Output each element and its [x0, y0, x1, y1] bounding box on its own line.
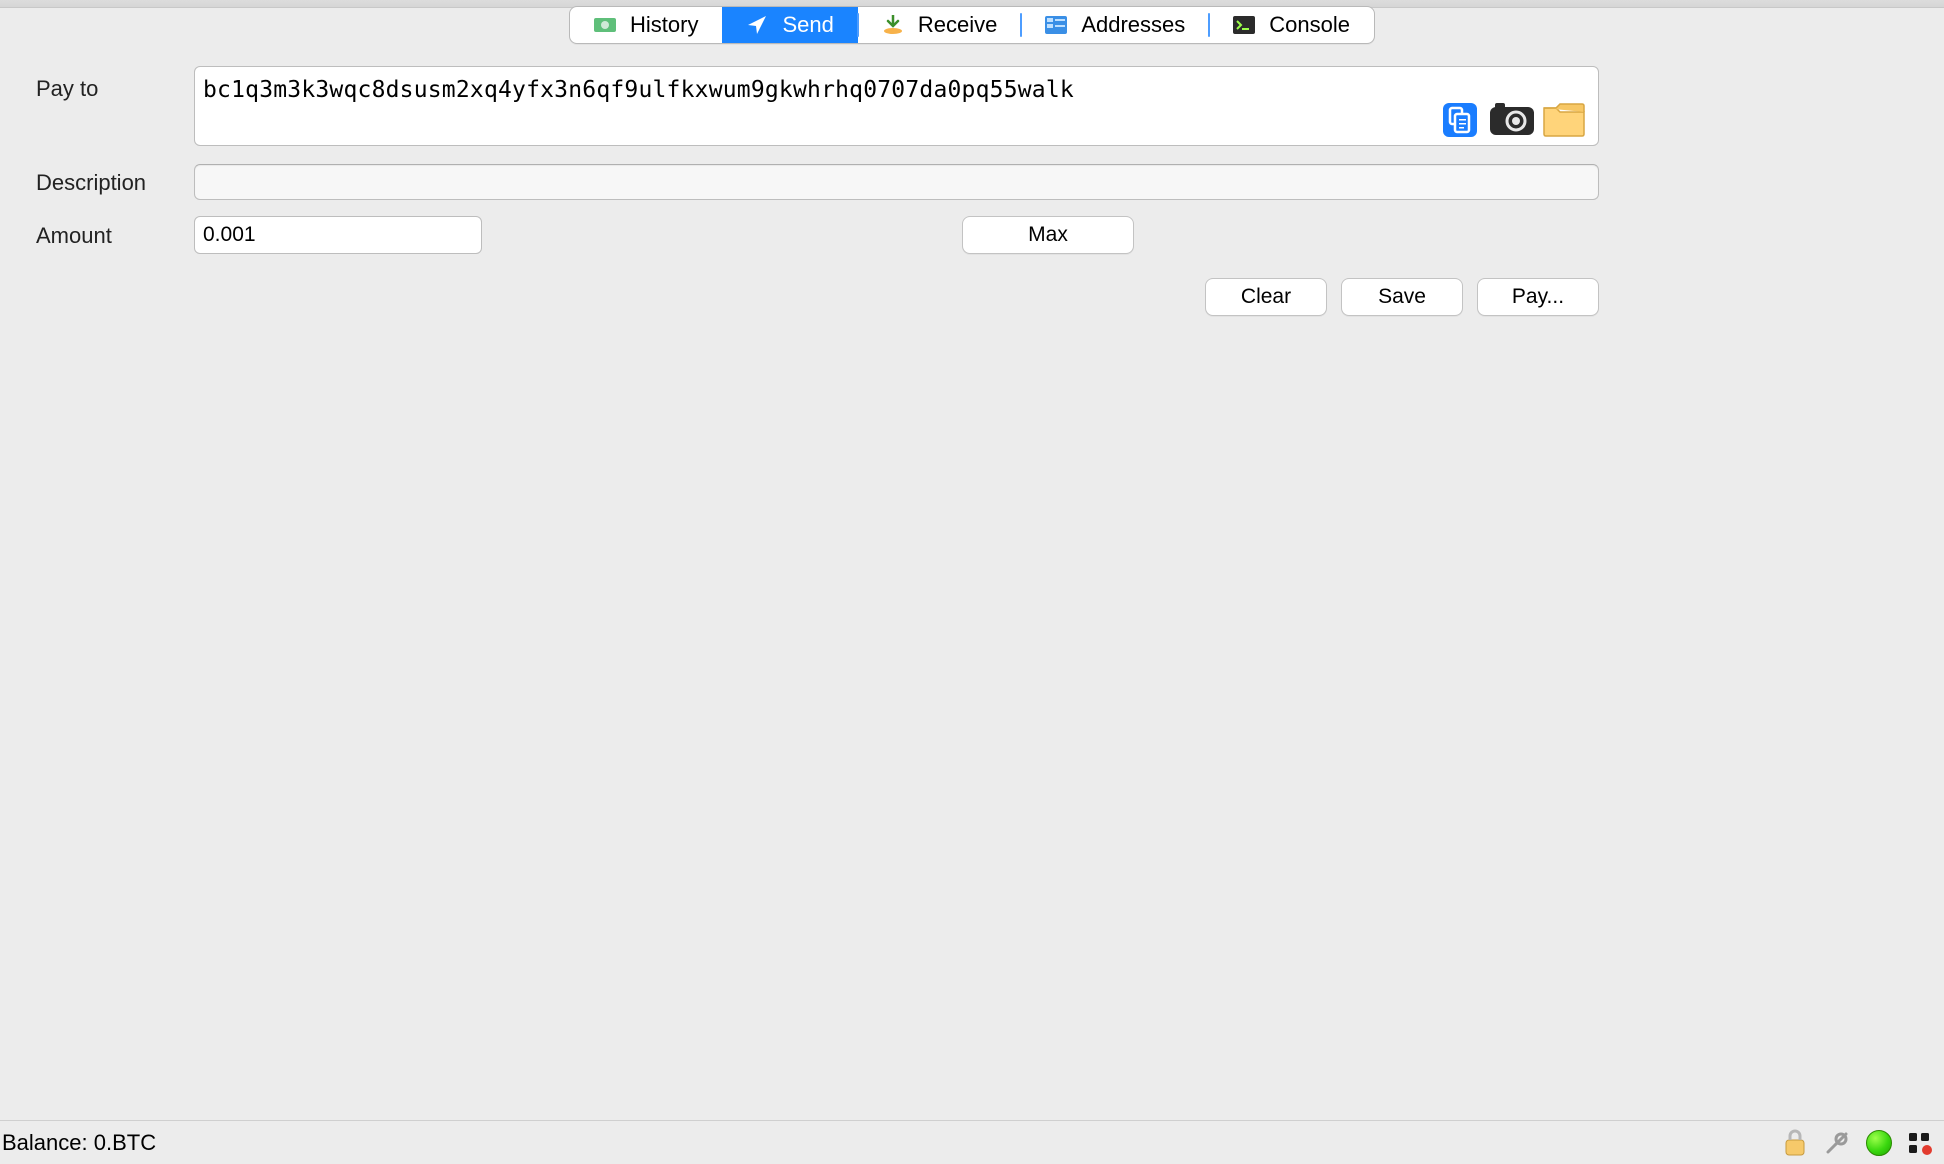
amount-group: BTC [194, 216, 482, 254]
amount-input[interactable] [195, 217, 482, 253]
amount-row: Amount BTC Max [36, 216, 1908, 254]
balance-text: Balance: 0.BTC [0, 1130, 156, 1156]
spacer [36, 278, 194, 288]
send-form: Pay to bc1q3m3k3wqc8dsusm2xq4yfx3n6qf9ul… [0, 44, 1944, 316]
receive-icon [882, 14, 904, 36]
save-button[interactable]: Save [1341, 278, 1463, 316]
status-bar: Balance: 0.BTC [0, 1120, 1944, 1164]
pay-to-field[interactable]: bc1q3m3k3wqc8dsusm2xq4yfx3n6qf9ulfkxwum9… [194, 66, 1599, 146]
tab-send[interactable]: Send [722, 7, 857, 43]
tab-label: History [630, 12, 698, 38]
pay-to-row: Pay to bc1q3m3k3wqc8dsusm2xq4yfx3n6qf9ul… [36, 66, 1908, 146]
max-button[interactable]: Max [962, 216, 1134, 254]
action-buttons: Clear Save Pay... [194, 278, 1599, 316]
history-icon [594, 14, 616, 36]
pay-button-label: Pay... [1512, 285, 1564, 309]
status-icons [1780, 1128, 1936, 1158]
addresses-icon [1045, 14, 1067, 36]
max-button-label: Max [1028, 223, 1068, 247]
tab-label: Console [1269, 12, 1350, 38]
tab-addresses[interactable]: Addresses [1021, 7, 1209, 43]
send-icon [746, 14, 768, 36]
amount-label: Amount [36, 221, 194, 249]
pay-to-label: Pay to [36, 66, 194, 102]
save-button-label: Save [1378, 285, 1426, 309]
lock-icon[interactable] [1780, 1128, 1810, 1158]
tools-icon[interactable] [1822, 1128, 1852, 1158]
tab-console[interactable]: Console [1209, 7, 1374, 43]
pay-to-value: bc1q3m3k3wqc8dsusm2xq4yfx3n6qf9ulfkxwum9… [203, 73, 1074, 103]
seed-icon[interactable] [1906, 1128, 1936, 1158]
tab-receive[interactable]: Receive [858, 7, 1021, 43]
tab-label: Send [782, 12, 833, 38]
pay-to-toolbar [1436, 99, 1588, 141]
paste-button[interactable] [1436, 99, 1484, 141]
action-row: Clear Save Pay... [36, 278, 1908, 316]
tab-label: Addresses [1081, 12, 1185, 38]
description-row: Description [36, 164, 1908, 200]
description-label: Description [36, 168, 194, 196]
tab-history[interactable]: History [570, 7, 722, 43]
tab-label: Receive [918, 12, 997, 38]
pay-button[interactable]: Pay... [1477, 278, 1599, 316]
description-input[interactable] [194, 164, 1599, 200]
clear-button-label: Clear [1241, 285, 1291, 309]
clear-button[interactable]: Clear [1205, 278, 1327, 316]
tab-bar: History Send Receive Addresses [0, 6, 1944, 44]
open-file-button[interactable] [1540, 99, 1588, 141]
camera-button[interactable] [1488, 99, 1536, 141]
network-status-icon[interactable] [1864, 1128, 1894, 1158]
console-icon [1233, 14, 1255, 36]
tab-group: History Send Receive Addresses [569, 6, 1375, 44]
